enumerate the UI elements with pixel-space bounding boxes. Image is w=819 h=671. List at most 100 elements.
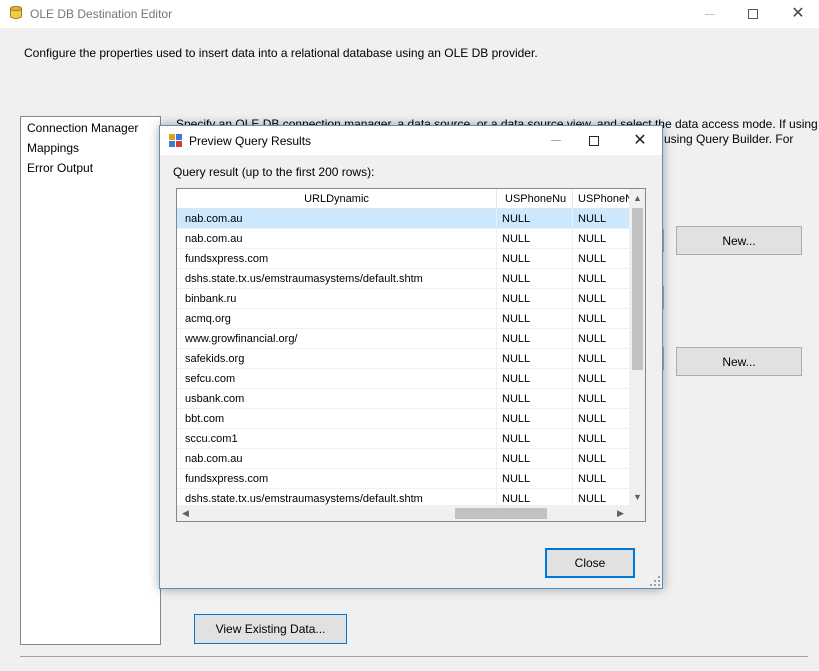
- sidebar-item-mappings[interactable]: Mappings: [27, 141, 79, 155]
- table-row[interactable]: acmq.org NULL NULL: [177, 309, 629, 329]
- view-existing-data-button[interactable]: View Existing Data...: [194, 614, 347, 644]
- minimize-button[interactable]: [687, 0, 733, 28]
- table-row[interactable]: dshs.state.tx.us/emstraumasystems/defaul…: [177, 269, 629, 289]
- cell-url: binbank.ru: [177, 289, 497, 309]
- resize-grip-icon[interactable]: [650, 576, 660, 586]
- cell-url: www.growfinancial.org/: [177, 329, 497, 349]
- cell-usphonenu: NULL: [497, 389, 573, 409]
- scroll-left-icon[interactable]: ◀: [177, 505, 194, 521]
- close-button[interactable]: Close: [545, 548, 635, 578]
- editor-description: Configure the properties used to insert …: [24, 46, 538, 60]
- cell-usphonen: NULL: [578, 273, 607, 285]
- dialog-title: Preview Query Results: [189, 134, 312, 148]
- cell-usphonenu: NULL: [497, 409, 573, 429]
- cell-url: sefcu.com: [177, 369, 497, 389]
- scrollbar-corner: [629, 505, 645, 521]
- minimize-icon: [705, 13, 715, 15]
- cell-usphonen: NULL: [578, 413, 607, 425]
- horizontal-scroll-thumb[interactable]: [455, 508, 547, 519]
- cell-url: nab.com.au: [177, 209, 497, 229]
- cell-usphonen: NULL: [578, 253, 607, 265]
- cell-usphonen: NULL: [578, 473, 607, 485]
- table-row[interactable]: safekids.org NULL NULL: [177, 349, 629, 369]
- cell-usphonen: NULL: [578, 293, 607, 305]
- table-row[interactable]: sefcu.com NULL NULL: [177, 369, 629, 389]
- cell-url: safekids.org: [177, 349, 497, 369]
- cell-usphonenu: NULL: [497, 289, 573, 309]
- scroll-down-icon[interactable]: ▼: [629, 488, 645, 505]
- cell-usphonenu: NULL: [497, 429, 573, 449]
- close-icon: ✕: [633, 131, 647, 149]
- scroll-right-icon[interactable]: ▶: [612, 505, 629, 521]
- cell-usphonen: NULL: [578, 373, 607, 385]
- table-row[interactable]: usbank.com NULL NULL: [177, 389, 629, 409]
- table-row[interactable]: fundsxpress.com NULL NULL: [177, 469, 629, 489]
- cell-usphonen: NULL: [578, 213, 607, 225]
- table-row[interactable]: nab.com.au NULL NULL: [177, 209, 629, 229]
- query-results-icon: [169, 134, 182, 147]
- dialog-close-x-button[interactable]: ✕: [620, 126, 660, 155]
- window-titlebar: OLE DB Destination Editor ✕: [0, 0, 819, 28]
- vertical-scroll-thumb[interactable]: [632, 208, 643, 370]
- scroll-up-icon[interactable]: ▲: [629, 189, 645, 206]
- cell-url: fundsxpress.com: [177, 249, 497, 269]
- cell-usphonenu: NULL: [497, 449, 573, 469]
- cell-usphonenu: NULL: [497, 369, 573, 389]
- cell-usphonen: NULL: [578, 233, 607, 245]
- maximize-icon: [589, 135, 599, 146]
- grid-body: nab.com.au NULL NULL nab.com.au NULL NULL fund…: [177, 209, 629, 509]
- cell-url: nab.com.au: [177, 229, 497, 249]
- cell-usphonen: NULL: [578, 453, 607, 465]
- cell-usphonenu: NULL: [497, 249, 573, 269]
- table-row[interactable]: nab.com.au NULL NULL: [177, 449, 629, 469]
- cell-usphonenu: NULL: [497, 269, 573, 289]
- new-table-button[interactable]: New...: [676, 347, 802, 376]
- cell-url: bbt.com: [177, 409, 497, 429]
- table-row[interactable]: bbt.com NULL NULL: [177, 409, 629, 429]
- column-header-usphonenu[interactable]: USPhoneNu: [497, 189, 573, 209]
- cell-url: sccu.com1: [177, 429, 497, 449]
- dialog-minimize-button[interactable]: [536, 126, 576, 155]
- query-result-label: Query result (up to the first 200 rows):: [173, 165, 375, 179]
- cell-usphonenu: NULL: [497, 209, 573, 229]
- cell-url: dshs.state.tx.us/emstraumasystems/defaul…: [177, 269, 497, 289]
- divider: [20, 656, 808, 657]
- cell-usphonenu: NULL: [497, 469, 573, 489]
- close-window-button[interactable]: ✕: [775, 0, 819, 28]
- maximize-button[interactable]: [730, 0, 776, 28]
- cell-usphonen: NULL: [578, 333, 607, 345]
- window-title: OLE DB Destination Editor: [30, 7, 173, 21]
- dialog-maximize-button[interactable]: [574, 126, 614, 155]
- page-list: Connection Manager Mappings Error Output: [20, 116, 161, 645]
- sidebar-item-connection-manager[interactable]: Connection Manager: [27, 121, 138, 135]
- cell-usphonen: NULL: [578, 393, 607, 405]
- vertical-scrollbar[interactable]: ▲ ▼: [629, 189, 645, 505]
- dialog-titlebar: Preview Query Results ✕: [160, 126, 662, 155]
- cell-url: nab.com.au: [177, 449, 497, 469]
- cell-usphonen: NULL: [578, 353, 607, 365]
- cell-usphonen: NULL: [578, 433, 607, 445]
- intro-text-line2: using Query Builder. For: [664, 132, 794, 146]
- table-row[interactable]: fundsxpress.com NULL NULL: [177, 249, 629, 269]
- cell-url: fundsxpress.com: [177, 469, 497, 489]
- table-row[interactable]: binbank.ru NULL NULL: [177, 289, 629, 309]
- maximize-icon: [748, 9, 758, 19]
- column-header-usphonen[interactable]: USPhoneN: [573, 189, 629, 209]
- new-connection-button[interactable]: New...: [676, 226, 802, 255]
- cell-usphonenu: NULL: [497, 309, 573, 329]
- preview-query-results-dialog: Preview Query Results ✕ Query result (up…: [159, 125, 663, 589]
- table-row[interactable]: sccu.com1 NULL NULL: [177, 429, 629, 449]
- cell-url: acmq.org: [177, 309, 497, 329]
- cell-url: usbank.com: [177, 389, 497, 409]
- database-icon: [10, 6, 22, 21]
- table-row[interactable]: nab.com.au NULL NULL: [177, 229, 629, 249]
- horizontal-scrollbar[interactable]: ◀ ▶: [177, 505, 629, 521]
- table-row[interactable]: www.growfinancial.org/NULL NULL: [177, 329, 629, 349]
- results-grid[interactable]: URLDynamic USPhoneNu USPhoneN nab.com.au…: [176, 188, 646, 522]
- minimize-icon: [551, 140, 561, 141]
- column-header-urldynamic[interactable]: URLDynamic: [177, 189, 497, 209]
- sidebar-item-error-output[interactable]: Error Output: [27, 161, 93, 175]
- close-icon: ✕: [791, 5, 805, 22]
- cell-usphonen: NULL: [578, 313, 607, 325]
- cell-usphonenu: NULL: [497, 349, 573, 369]
